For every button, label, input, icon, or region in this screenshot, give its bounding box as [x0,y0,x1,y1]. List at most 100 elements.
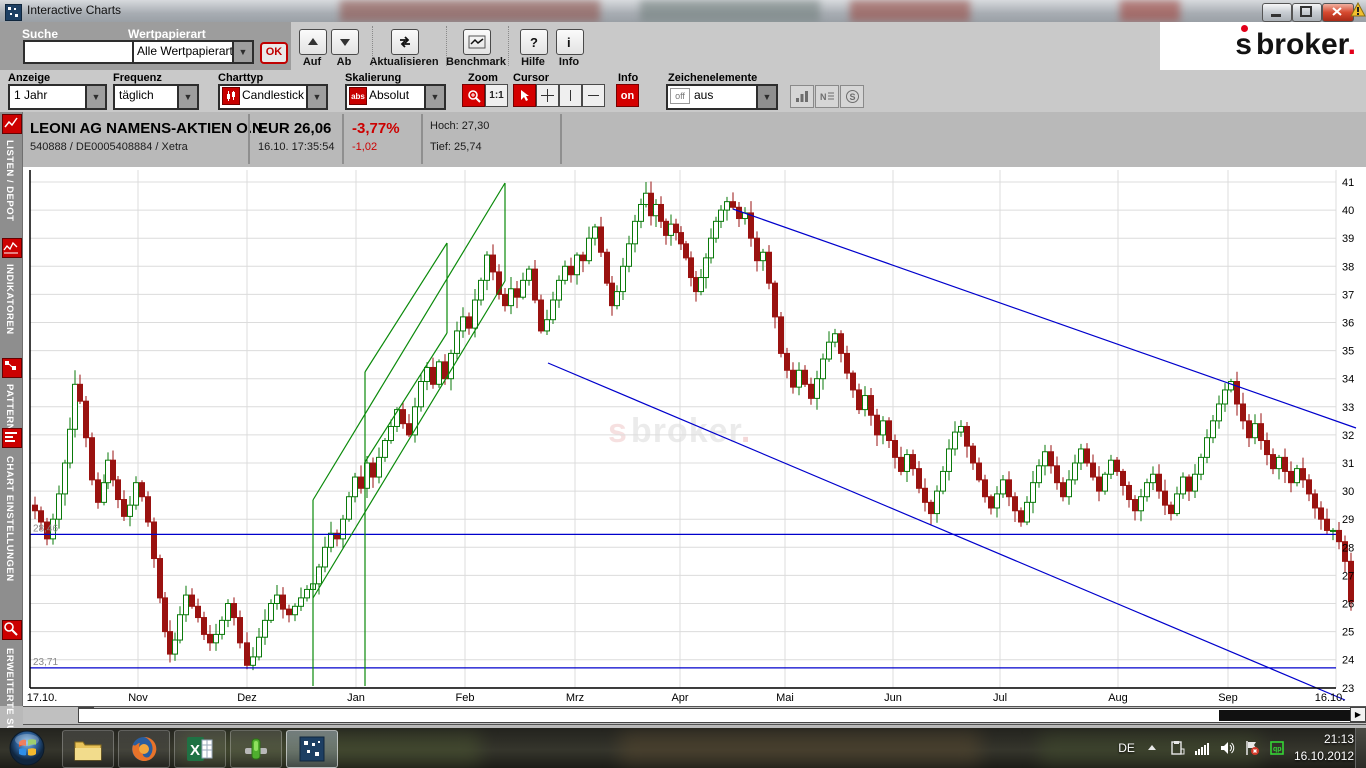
title-bar: Interactive Charts [0,0,1366,23]
clock-date: 16.10.2012 [1294,748,1354,765]
zoom-1-1-button[interactable]: 1:1 [485,84,508,107]
action-center-flag-icon[interactable] [1244,740,1260,756]
maximize-button[interactable] [1292,3,1322,22]
quote-app-icon[interactable]: qp [1269,740,1285,756]
wertpapierart-dropdown[interactable]: Alle Wertpapierarten ▼ [132,40,254,64]
divider [248,114,250,164]
system-tray: DE qp 21:13 16.10.2012 [1118,728,1354,768]
svg-text:?: ? [530,35,538,50]
aktualisieren-button[interactable] [391,29,419,55]
divider [421,114,423,164]
hilfe-button[interactable]: ? [520,29,548,55]
quote-price: EUR 26,06 [258,120,331,137]
logo-word: broker [1256,28,1348,61]
window-title: Interactive Charts [27,3,121,17]
taskbar-app-excel[interactable]: X [174,730,226,768]
cursor-label: Cursor [513,72,549,84]
zoom-in-icon[interactable] [462,84,485,107]
info-on-toggle[interactable]: on [616,84,639,107]
taskbar-clock[interactable]: 21:13 16.10.2012 [1294,731,1354,765]
taskbar-app-interactive-charts[interactable] [286,730,338,768]
listen-depot-icon[interactable] [2,114,22,134]
chevron-down-icon[interactable]: ▼ [756,86,776,108]
benchmark-button[interactable] [463,29,491,55]
erweiterte-suche-icon[interactable] [2,620,22,640]
ab-button-label: Ab [337,56,352,68]
ok-button[interactable]: OK [260,42,288,64]
sidebar-item-listen-depot[interactable]: LISTEN / DEPOT [4,140,15,221]
anzeige-dropdown[interactable]: 1 Jahr ▼ [8,84,107,110]
divider [342,114,344,164]
svg-text:qp: qp [1273,746,1282,753]
scrollbar-thumb[interactable] [1219,710,1351,721]
chevron-down-icon[interactable]: ▼ [424,86,444,108]
quote-bar: LEONI AG NAMENS-AKTIEN O.N. 540888 / DE0… [0,112,1366,169]
skalierung-value: Absolut [369,88,424,102]
watermark-word: broker [631,412,741,450]
sidebar-item-chart-einstellungen[interactable]: CHART EINSTELLUNGEN [4,456,15,582]
chevron-down-icon[interactable]: ▼ [306,86,326,108]
chevron-down-icon[interactable]: ▼ [177,86,197,108]
watermark-dot: . [741,412,751,450]
search-input[interactable] [23,40,142,64]
chart-scrollbar: ◀ ▶ [23,706,1366,725]
auf-button[interactable] [299,29,327,55]
sidebar-item-indikatoren[interactable]: INDIKATOREN [4,264,15,335]
desktop-blur [620,732,980,764]
chevron-down-icon[interactable]: ▼ [85,86,105,108]
clipboard-icon[interactable] [1169,740,1185,756]
charttyp-dropdown[interactable]: Candlestick ▼ [218,84,328,110]
volume-icon[interactable] [1219,740,1235,756]
language-indicator[interactable]: DE [1118,741,1135,755]
volume-bars-icon[interactable] [790,85,814,108]
search-section: Suche Wertpapierart Alle Wertpapierarten… [0,22,291,70]
chevron-down-icon[interactable]: ▼ [232,42,252,62]
news-icon[interactable]: N [815,85,839,108]
instrument-identifiers: 540888 / DE0005408884 / Xetra [30,141,188,153]
start-button[interactable] [8,729,46,767]
horizontal-line-cursor-icon[interactable] [582,84,605,107]
info-button[interactable]: i [556,29,584,55]
taskbar-app-firefox[interactable] [118,730,170,768]
charttyp-value: Candlestick [242,88,306,102]
search-label: Suche [22,27,58,41]
off-badge: off [670,88,690,104]
zeichenelemente-dropdown[interactable]: off aus ▼ [666,84,778,110]
watermark-logo: sbroker. [608,412,751,451]
svg-text:S: S [849,92,855,102]
minimize-button[interactable] [1262,3,1292,22]
taskbar-app-explorer[interactable] [62,730,114,768]
svg-text:i: i [567,35,571,50]
ab-button[interactable] [331,29,359,55]
patterns-icon[interactable] [2,358,22,378]
glass-reflection [1120,0,1180,22]
show-desktop-button[interactable] [1355,728,1366,768]
splits-icon[interactable]: S [840,85,864,108]
taskbar-app-media[interactable] [230,730,282,768]
hidden-icons-chevron[interactable] [1144,740,1160,756]
scrollbar-track[interactable] [78,708,1366,723]
candlestick-icon [222,87,240,105]
clock-time: 21:13 [1294,731,1354,748]
indikatoren-icon[interactable] [2,238,22,258]
day-high: Hoch: 27,30 [430,120,489,132]
app-window: Interactive Charts Suche Wertpapierart A… [0,0,1366,768]
skalierung-dropdown[interactable]: abs Absolut ▼ [345,84,446,110]
wertpapierart-label: Wertpapierart [128,27,206,41]
chart-einstellungen-icon[interactable] [2,428,22,448]
info-toggle-label: Info [618,72,638,84]
crosshair-cursor-icon[interactable] [536,84,559,107]
network-signal-icon[interactable] [1194,740,1210,756]
watermark-s: s [608,412,628,450]
vertical-line-cursor-icon[interactable] [559,84,582,107]
change-absolute: -1,02 [352,141,377,153]
abs-icon: abs [349,87,367,105]
warning-icon [1350,2,1366,18]
svg-text:N: N [820,92,827,102]
divider [560,114,562,164]
separator [446,26,447,66]
frequenz-dropdown[interactable]: täglich ▼ [113,84,199,110]
quote-timestamp: 16.10. 17:35:54 [258,141,334,153]
cursor-arrow-icon[interactable] [513,84,536,107]
scroll-right-icon[interactable]: ▶ [1350,707,1366,722]
